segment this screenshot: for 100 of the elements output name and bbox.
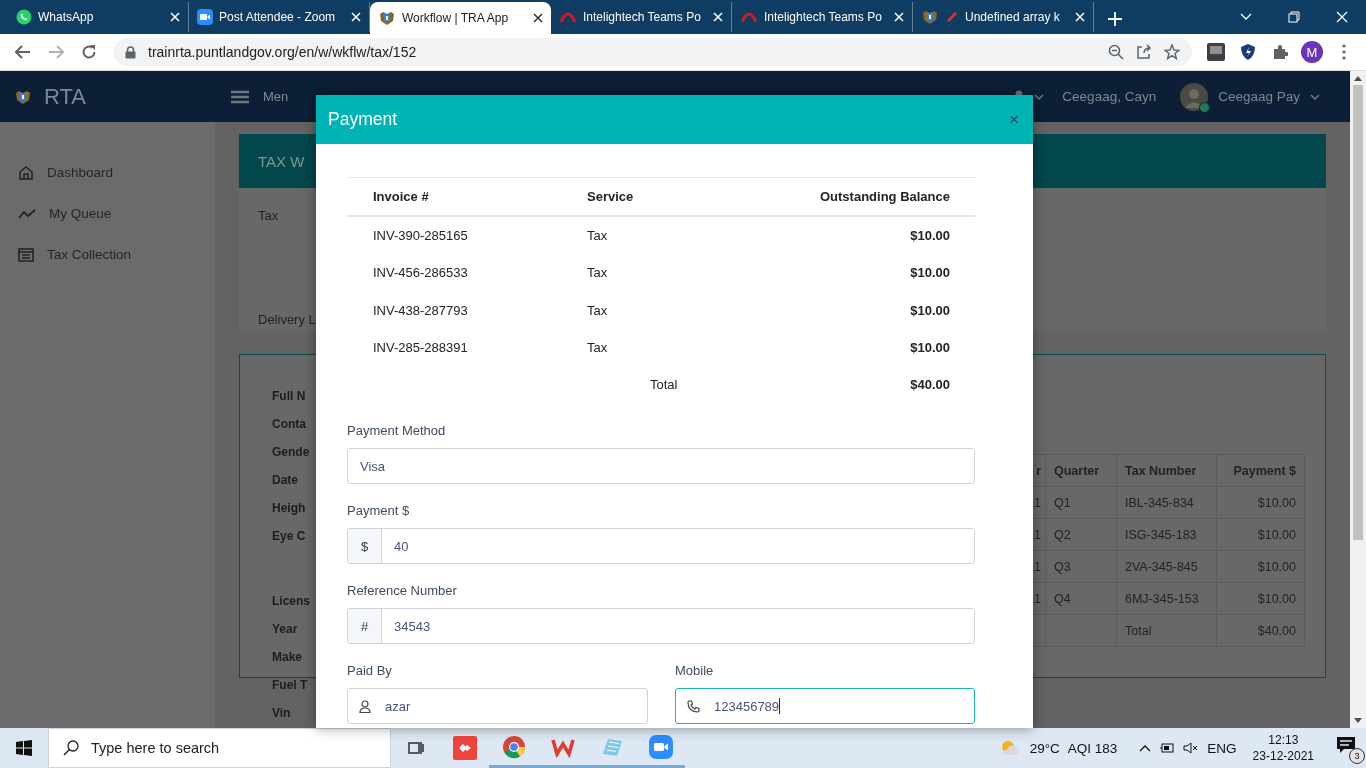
- close-button[interactable]: ×: [1009, 109, 1019, 130]
- reload-icon[interactable]: [80, 44, 97, 60]
- task-view-icon[interactable]: [406, 740, 425, 756]
- field-label: Mobile: [675, 662, 715, 681]
- table-cell-text: INV-390-285165: [372, 227, 469, 246]
- puzzle-icon[interactable]: [1272, 44, 1288, 60]
- table-cell: IBL-345-834: [1116, 486, 1217, 519]
- brand-name: RTA: [44, 83, 86, 110]
- back-arrow-icon[interactable]: [14, 45, 31, 59]
- chevron-up-icon[interactable]: [1139, 744, 1152, 752]
- person-icon: [359, 700, 371, 713]
- speaker-muted-icon[interactable]: [1183, 742, 1200, 754]
- notification-icon[interactable]: [1336, 736, 1356, 754]
- table-cell-text: $10.00: [909, 264, 951, 283]
- field-label: Delivery L: [258, 312, 317, 327]
- input-field[interactable]: azar: [347, 688, 648, 725]
- search-field[interactable]: Type here to search: [48, 728, 391, 768]
- air-quality[interactable]: AQI 183: [1067, 740, 1118, 756]
- battery-icon[interactable]: [1159, 742, 1176, 754]
- close-icon[interactable]: [533, 13, 543, 23]
- column-header: Invoice #: [372, 188, 430, 206]
- share-icon[interactable]: [1136, 44, 1152, 60]
- crest-icon: [921, 9, 939, 25]
- detail-label: Year: [272, 621, 299, 638]
- browser-tab[interactable]: Workflow | TRA App: [370, 2, 551, 34]
- online-status-dot: [1199, 101, 1211, 113]
- field-label: Tax: [258, 208, 280, 223]
- table-cell: Q4: [1045, 582, 1117, 615]
- detail-label: Heigh: [272, 500, 307, 517]
- scroll-up-icon[interactable]: [1354, 75, 1362, 81]
- extension-icon[interactable]: [1207, 43, 1225, 61]
- column-header: Tax Number: [1116, 454, 1217, 487]
- table-cell: 2VA-345-845: [1116, 550, 1217, 583]
- crest-icon: [378, 10, 396, 26]
- table-cell: $10.00: [1216, 550, 1305, 583]
- scrollbar[interactable]: [1350, 71, 1366, 728]
- temperature[interactable]: 29°C: [1029, 740, 1060, 756]
- table-cell-text: Tax: [587, 227, 609, 246]
- browser-tab[interactable]: Undefined array k: [913, 2, 1094, 32]
- home-icon: [18, 164, 34, 181]
- browser-tab[interactable]: Intelightech Teams Po: [732, 2, 913, 32]
- field-label: Reference Number: [347, 582, 458, 601]
- browser-app-icon[interactable]: [501, 734, 526, 759]
- field-label: Paid By: [347, 662, 393, 681]
- arc-icon: [559, 10, 577, 24]
- star-icon[interactable]: [1164, 44, 1180, 60]
- avatar[interactable]: [1180, 82, 1209, 111]
- input-field[interactable]: 123456789: [675, 688, 975, 725]
- video-camera-app-icon[interactable]: [648, 734, 673, 759]
- column-header: Service: [587, 188, 635, 206]
- account-name[interactable]: Ceegaag, Cayn: [1062, 89, 1157, 104]
- input-field[interactable]: $ 40: [347, 528, 975, 565]
- zoom-out-icon[interactable]: [1108, 44, 1124, 60]
- browser-tab[interactable]: WhatsApp: [8, 2, 189, 32]
- table-cell-text: INV-285-288391: [372, 339, 469, 358]
- clock[interactable]: 12:13 23-12-2021: [1252, 732, 1314, 764]
- detail-label: Date: [272, 472, 299, 489]
- column-header: Outstanding Balance: [818, 188, 951, 206]
- list-card-icon: [18, 247, 34, 262]
- column-header: Quarter: [1045, 454, 1117, 487]
- plus-icon[interactable]: [1108, 12, 1122, 26]
- detail-label: Eye C: [272, 528, 307, 545]
- card-title: TAX W: [258, 152, 305, 170]
- kebab-menu-icon[interactable]: [1342, 44, 1346, 60]
- detail-label: Licens: [272, 593, 310, 610]
- language-indicator[interactable]: ENG: [1207, 740, 1237, 756]
- total-label: Total: [649, 376, 679, 395]
- detail-label: Make: [272, 649, 304, 666]
- table-cell-text: Tax: [587, 339, 609, 358]
- menu-link[interactable]: Men: [263, 89, 289, 104]
- scroll-down-icon[interactable]: [1354, 718, 1362, 724]
- video-camera-icon: [197, 9, 213, 25]
- browser-tab[interactable]: Post Attendee - Zoom: [189, 2, 370, 32]
- table-cell: $10.00: [1216, 486, 1305, 519]
- detail-label: Fuel T: [272, 677, 309, 694]
- user-name[interactable]: Ceegaag Pay: [1218, 89, 1300, 104]
- table-cell: $10.00: [1216, 518, 1305, 551]
- field-label: Payment Method: [347, 422, 447, 441]
- detail-label: Conta: [272, 416, 307, 433]
- table-cell: Q1: [1045, 486, 1117, 519]
- restore-icon[interactable]: [1288, 11, 1300, 23]
- column-header: Payment $: [1216, 454, 1305, 487]
- detail-label: Full N: [272, 388, 307, 405]
- table-cell-text: $10.00: [909, 301, 951, 320]
- address-bar[interactable]: trainrta.puntlandgov.org/en/w/wkflw/tax/152: [113, 38, 1192, 66]
- table-cell-text: $10.00: [909, 339, 951, 358]
- table-cell: ISG-345-183: [1116, 518, 1217, 551]
- windows-logo-icon[interactable]: [16, 740, 32, 756]
- browser-tab[interactable]: Intelightech Teams Po: [551, 2, 732, 32]
- input-field[interactable]: # 34543: [347, 608, 975, 645]
- total-amount: $40.00: [909, 376, 951, 395]
- detail-label: Gende: [272, 444, 310, 461]
- diamond-app-icon[interactable]: [452, 736, 477, 760]
- menu-icon[interactable]: [231, 89, 249, 104]
- shield-icon[interactable]: [1240, 43, 1256, 61]
- table-cell: Q3: [1045, 550, 1117, 583]
- profile-avatar[interactable]: M: [1301, 41, 1323, 63]
- table-cell: Total: [1116, 614, 1217, 647]
- table-cell-text: INV-456-286533: [372, 264, 469, 283]
- select-field[interactable]: Visa: [347, 448, 975, 485]
